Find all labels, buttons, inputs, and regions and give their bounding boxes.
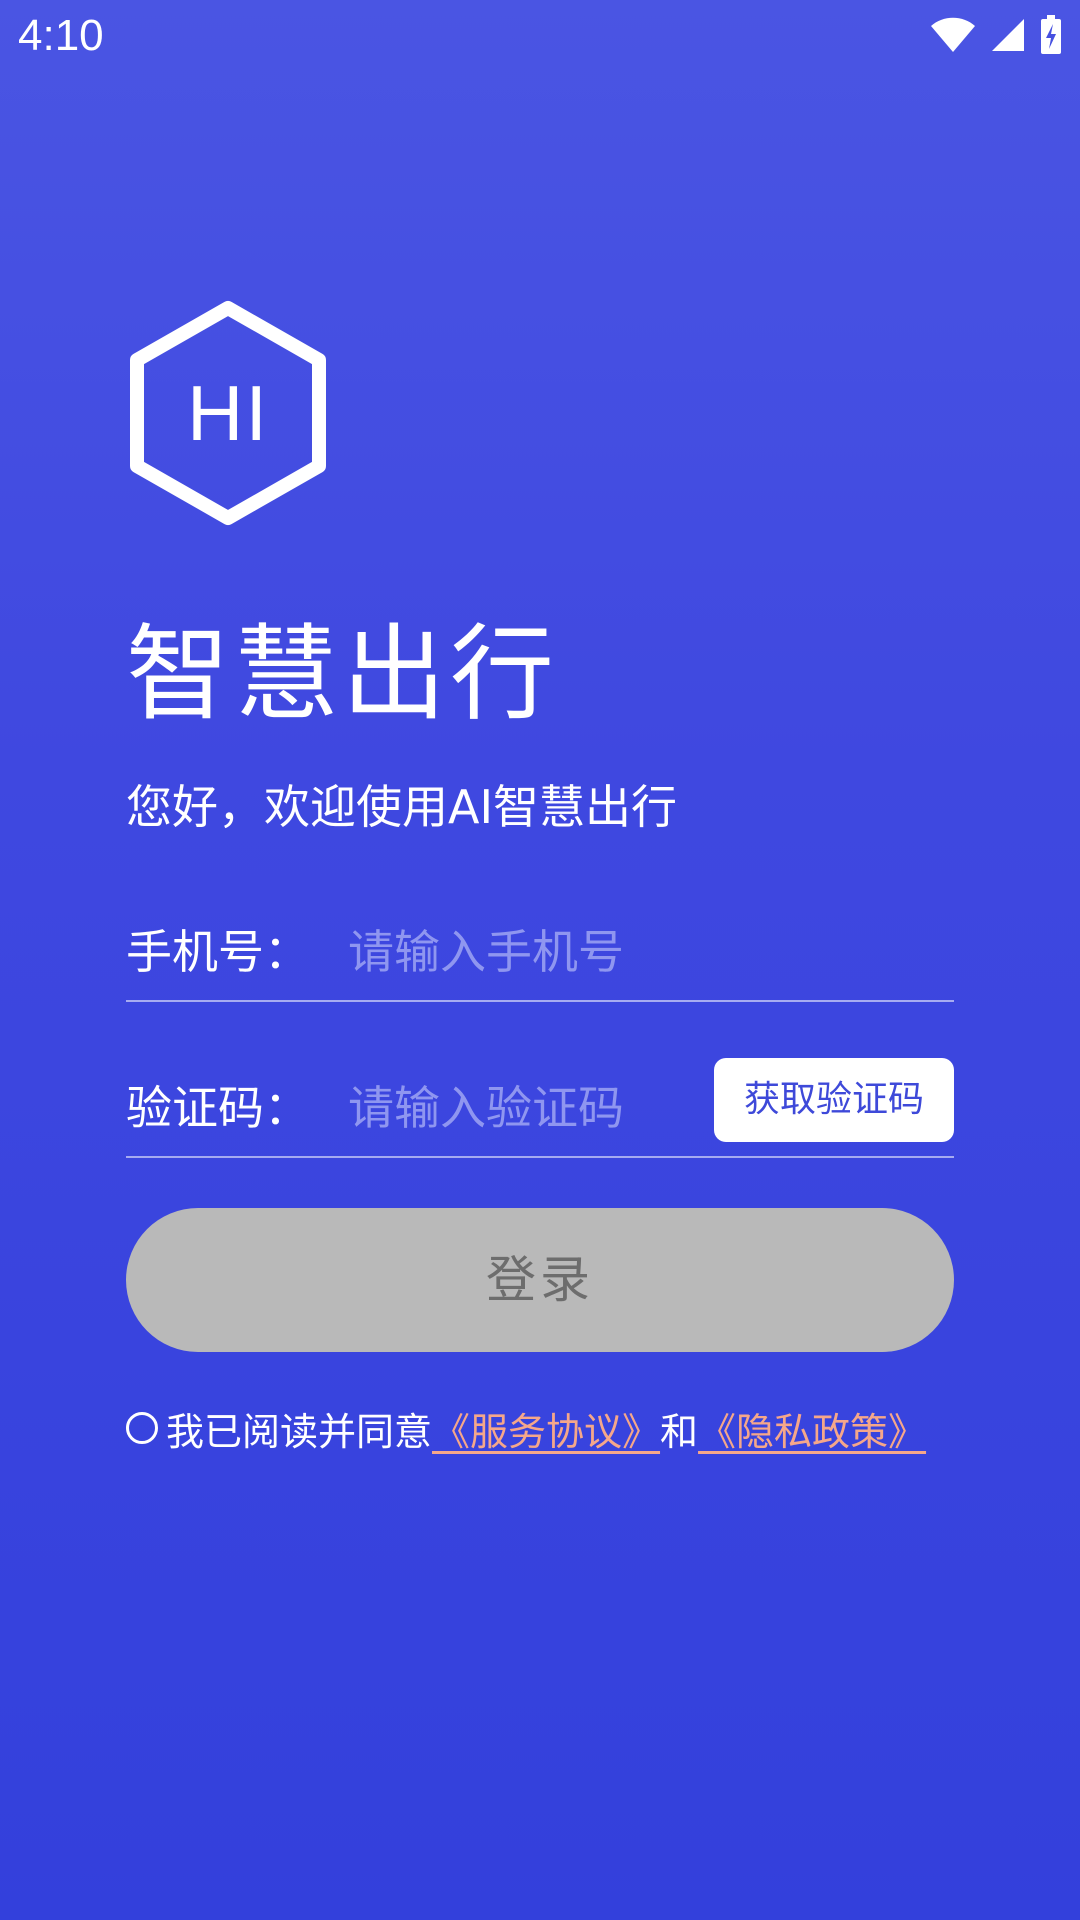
battery-charging-icon bbox=[1040, 15, 1062, 55]
code-underline bbox=[126, 1156, 954, 1158]
status-icons bbox=[930, 14, 1062, 56]
status-bar: 4:10 bbox=[0, 0, 1080, 72]
agreement-checkbox[interactable] bbox=[126, 1412, 158, 1444]
welcome-text: 您好，欢迎使用AI智慧出行 bbox=[126, 780, 678, 834]
app-logo: HI bbox=[126, 300, 330, 526]
phone-underline bbox=[126, 1000, 954, 1002]
service-agreement-link[interactable]: 《服务协议》 bbox=[432, 1401, 660, 1456]
cellular-signal-icon bbox=[990, 17, 1026, 53]
login-button[interactable]: 登录 bbox=[126, 1208, 954, 1352]
agreement-conjunction: 和 bbox=[660, 1409, 699, 1454]
code-input[interactable] bbox=[348, 1072, 708, 1144]
phone-label: 手机号： bbox=[126, 925, 310, 979]
wifi-icon bbox=[930, 17, 976, 53]
login-screen: 4:10 HI 智慧出行 您好，欢迎使用AI智慧出行 手机号： 请输入手机号 验… bbox=[0, 0, 1080, 1920]
agreement-prefix: 我已阅读并同意 bbox=[166, 1409, 433, 1454]
code-label: 验证码： bbox=[126, 1081, 310, 1135]
phone-input[interactable] bbox=[348, 916, 708, 988]
agreement-row: 我已阅读并同意 《服务协议》 和 《隐私政策》 bbox=[126, 1400, 926, 1456]
logo-text: HI bbox=[187, 368, 269, 457]
code-row: 验证码： 获取验证码 bbox=[126, 1058, 954, 1158]
phone-row: 手机号： bbox=[126, 902, 954, 1002]
get-code-button[interactable]: 获取验证码 bbox=[714, 1058, 954, 1142]
status-time: 4:10 bbox=[18, 11, 104, 60]
app-title: 智慧出行 bbox=[126, 613, 559, 735]
privacy-policy-link[interactable]: 《隐私政策》 bbox=[698, 1401, 926, 1456]
